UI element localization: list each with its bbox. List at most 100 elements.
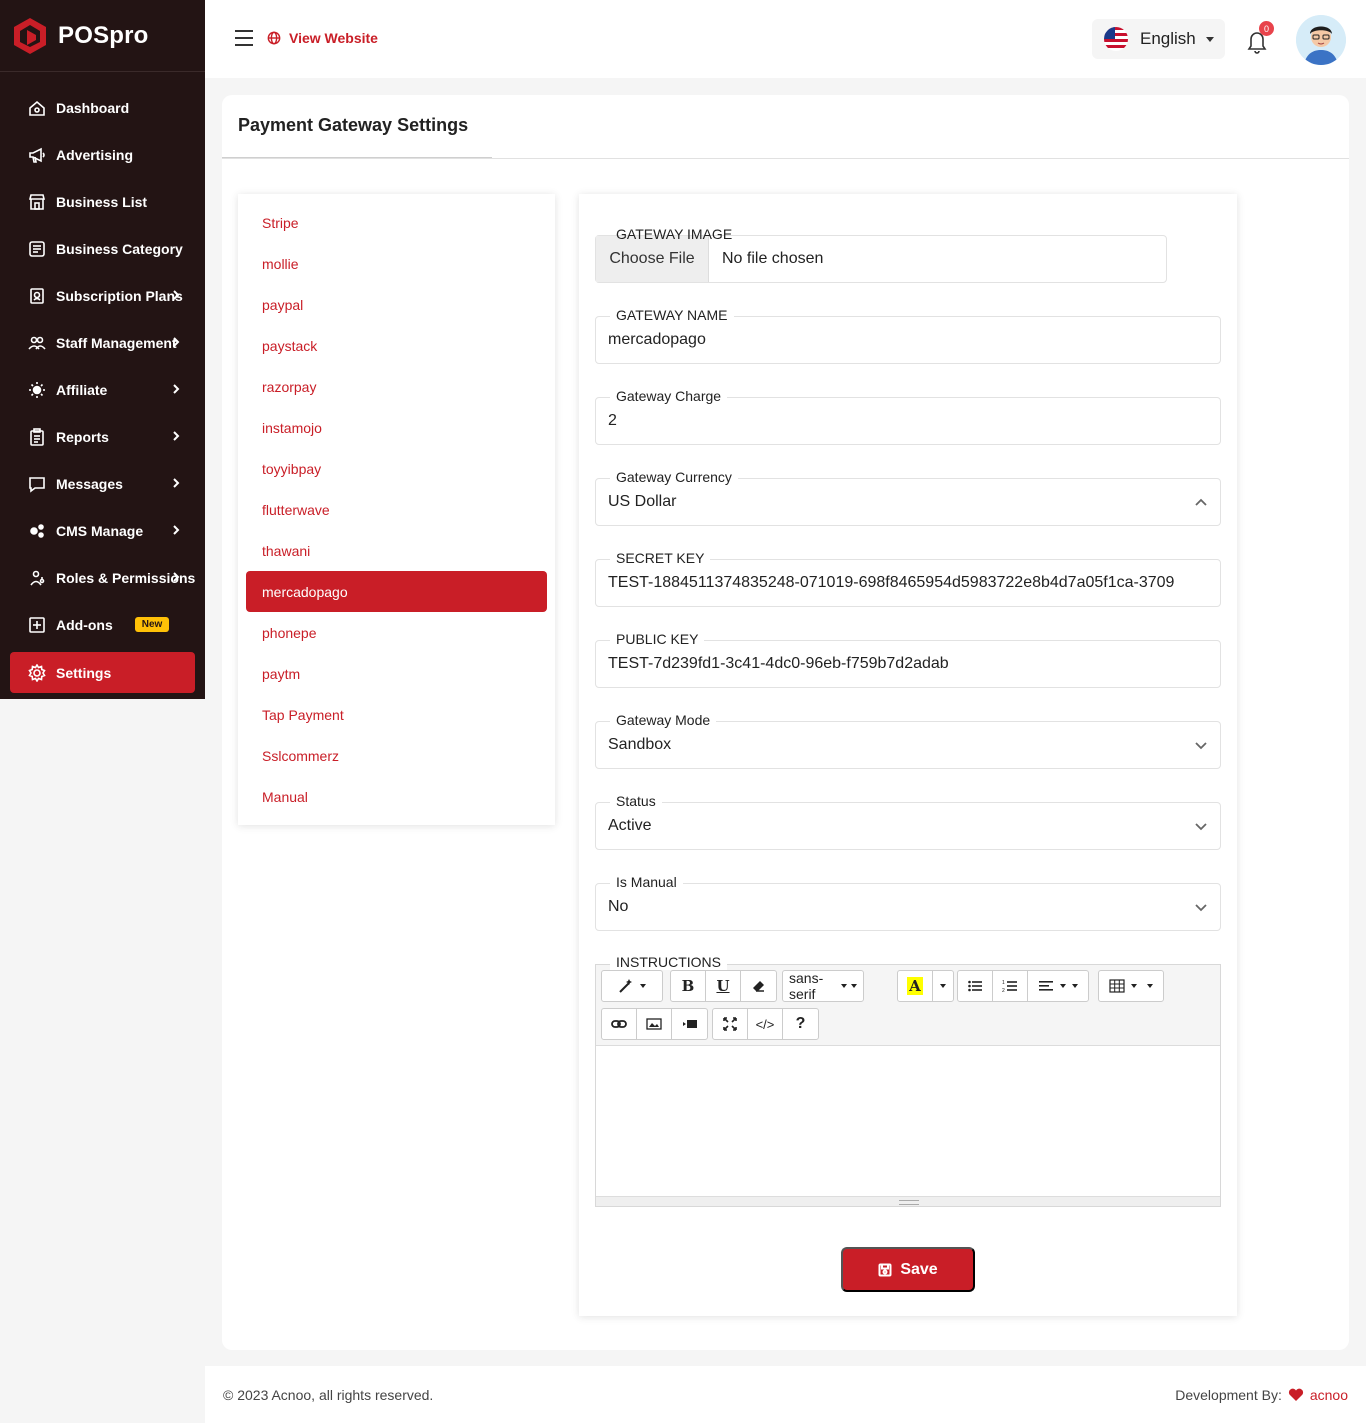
status-select[interactable]: Status Active (595, 793, 1221, 850)
secret-key-label: SECRET KEY (610, 550, 711, 566)
developer-link[interactable]: acnoo (1310, 1387, 1348, 1403)
list-icon (28, 240, 46, 258)
footer: © 2023 Acnoo, all rights reserved. Devel… (205, 1366, 1366, 1423)
gateway-item-phonepe[interactable]: phonepe (238, 612, 555, 653)
secret-key-value: TEST-1884511374835248-071019-698f8465954… (608, 574, 1175, 591)
sidebar-item-affiliate[interactable]: Affiliate (0, 366, 205, 413)
gateway-item-thawani[interactable]: thawani (238, 530, 555, 571)
svg-text:1: 1 (1002, 980, 1005, 986)
image-icon[interactable] (637, 1009, 672, 1039)
gateway-item-stripe[interactable]: Stripe (238, 202, 555, 243)
eraser-icon[interactable] (741, 971, 776, 1001)
magic-style-icon[interactable] (602, 971, 662, 1001)
is-manual-select[interactable]: Is Manual No (595, 874, 1221, 931)
sidebar: POSpro Dashboard Advertising Business List… (0, 0, 205, 699)
instructions-label: INSTRUCTIONS (610, 954, 727, 970)
gateway-item-instamojo[interactable]: instamojo (238, 407, 555, 448)
sidebar-item-dashboard[interactable]: Dashboard (0, 84, 205, 131)
gateway-item-paystack[interactable]: paystack (238, 325, 555, 366)
numbered-list-icon[interactable]: 12 (993, 971, 1028, 1001)
home-icon (28, 99, 46, 117)
gateway-currency-label: Gateway Currency (610, 469, 738, 485)
language-label: English (1140, 29, 1196, 48)
gateway-item-mercadopago[interactable]: mercadopago (246, 571, 547, 612)
sidebar-item-cms-manage[interactable]: CMS Manage (0, 507, 205, 554)
gateway-charge-input[interactable]: Gateway Charge 2 (595, 388, 1221, 445)
bullet-list-icon[interactable] (958, 971, 993, 1001)
link-icon[interactable] (602, 1009, 637, 1039)
bold-icon[interactable]: B (671, 971, 706, 1001)
secret-key-input[interactable]: SECRET KEY TEST-1884511374835248-071019-… (595, 550, 1221, 607)
menu-toggle-icon[interactable] (235, 30, 253, 46)
public-key-input[interactable]: PUBLIC KEY TEST-7d239fd1-3c41-4dc0-96eb-… (595, 631, 1221, 688)
globe-icon (267, 31, 281, 45)
gateway-item-flutterwave[interactable]: flutterwave (238, 489, 555, 530)
gateway-charge-label: Gateway Charge (610, 388, 728, 404)
sidebar-item-business-category[interactable]: Business Category (0, 225, 205, 272)
sidebar-item-staff-management[interactable]: Staff Management (0, 319, 205, 366)
gateway-name-value: mercadopago (608, 331, 706, 348)
page-title: Payment Gateway Settings (238, 115, 469, 135)
help-icon[interactable]: ? (783, 1009, 818, 1039)
gateway-item-paypal[interactable]: paypal (238, 284, 555, 325)
sidebar-item-advertising[interactable]: Advertising (0, 131, 205, 178)
sidebar-item-label: Business List (56, 193, 148, 210)
megaphone-icon (28, 146, 46, 164)
view-website-label: View Website (289, 30, 378, 46)
gears-icon (28, 522, 46, 540)
gateway-item-paytm[interactable]: paytm (238, 653, 555, 694)
sidebar-item-add-ons[interactable]: Add-ons New (0, 601, 205, 648)
gateway-item-mollie[interactable]: mollie (238, 243, 555, 284)
chevron-right-icon (171, 429, 181, 445)
chevron-right-icon (171, 288, 181, 304)
editor-resize-handle[interactable] (596, 1196, 1220, 1206)
heart-icon (1288, 1388, 1303, 1401)
gateway-item-tap-payment[interactable]: Tap Payment (238, 694, 555, 735)
sidebar-item-label: Reports (56, 428, 109, 445)
sidebar-item-business-list[interactable]: Business List (0, 178, 205, 225)
fullscreen-icon[interactable] (713, 1009, 748, 1039)
is-manual-label: Is Manual (610, 874, 683, 890)
sidebar-item-label: Settings (56, 664, 112, 681)
save-button[interactable]: Save (841, 1247, 975, 1292)
instructions-textarea[interactable] (596, 1046, 1220, 1196)
gateway-mode-value: Sandbox (608, 736, 672, 753)
gateway-charge-value: 2 (608, 412, 617, 429)
gateway-name-input[interactable]: GATEWAY NAME mercadopago (595, 307, 1221, 364)
chevron-down-icon[interactable] (933, 971, 953, 1001)
sidebar-item-roles-permissions[interactable]: Roles & Permissions (0, 554, 205, 601)
gateway-item-manual[interactable]: Manual (238, 776, 555, 817)
status-value: Active (608, 817, 652, 834)
gear-icon (28, 663, 46, 682)
chevron-down-icon (1194, 819, 1208, 833)
align-icon[interactable] (1028, 971, 1088, 1001)
underline-icon[interactable]: U (706, 971, 741, 1001)
sidebar-item-reports[interactable]: Reports (0, 413, 205, 460)
view-website-link[interactable]: View Website (267, 30, 378, 46)
gateway-image-field[interactable]: Choose File No file chosen GATEWAY IMAGE (595, 226, 1167, 283)
avatar[interactable] (1296, 15, 1346, 65)
gateway-item-toyyibpay[interactable]: toyyibpay (238, 448, 555, 489)
sidebar-nav: Dashboard Advertising Business List Busines… (0, 72, 205, 693)
sidebar-item-settings[interactable]: Settings (10, 652, 195, 693)
gateway-currency-select[interactable]: Gateway Currency US Dollar (595, 469, 1221, 526)
video-icon[interactable] (672, 1009, 707, 1039)
table-icon[interactable] (1099, 971, 1163, 1001)
choose-file-button[interactable]: Choose File (596, 236, 709, 282)
gateway-mode-select[interactable]: Gateway Mode Sandbox (595, 712, 1221, 769)
gateway-item-sslcommerz[interactable]: Sslcommerz (238, 735, 555, 776)
chevron-right-icon (171, 476, 181, 492)
sidebar-item-messages[interactable]: Messages (0, 460, 205, 507)
gateway-item-razorpay[interactable]: razorpay (238, 366, 555, 407)
chevron-right-icon (171, 523, 181, 539)
language-selector[interactable]: English (1092, 19, 1225, 59)
code-view-icon[interactable]: </> (748, 1009, 783, 1039)
chevron-down-icon (1194, 900, 1208, 914)
sidebar-item-subscription-plans[interactable]: Subscription Plans (0, 272, 205, 319)
font-family-select[interactable]: sans-serif (783, 970, 863, 1002)
chevron-up-icon (1194, 495, 1208, 509)
text-color-icon[interactable]: A (898, 971, 933, 1001)
sidebar-item-label: Affiliate (56, 381, 108, 398)
brand-logo[interactable]: POSpro (0, 0, 205, 72)
roles-icon (28, 569, 46, 587)
